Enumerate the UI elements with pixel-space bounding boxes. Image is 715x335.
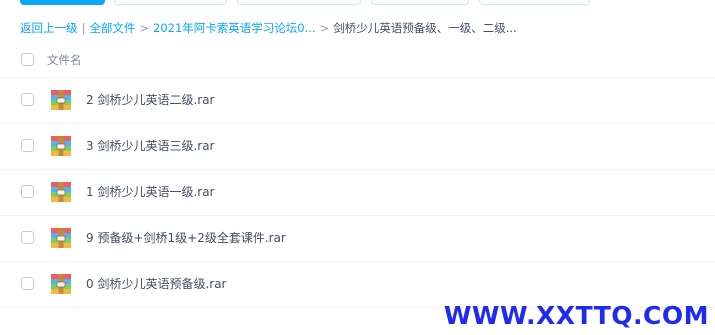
breadcrumb-separator: > xyxy=(319,21,330,35)
rar-archive-icon xyxy=(51,90,71,110)
rar-archive-icon xyxy=(51,136,71,156)
file-list: 2 剑桥少儿英语二级.rar 3 剑桥少儿英语三级.rar 1 剑桥少儿英语一级.r… xyxy=(0,78,715,308)
row-checkbox[interactable] xyxy=(21,231,34,244)
toolbar-button-1[interactable] xyxy=(114,0,227,5)
file-row[interactable]: 3 剑桥少儿英语三级.rar xyxy=(0,124,715,170)
breadcrumb-all-files-link[interactable]: 全部文件 xyxy=(89,21,135,35)
breadcrumb: 返回上一级 | 全部文件 >2021年阿卡索英语学习论坛0... > 剑桥少儿英语预备级、… xyxy=(20,19,517,37)
toolbar-button-4[interactable] xyxy=(479,0,590,5)
rar-archive-icon xyxy=(51,274,71,294)
toolbar-button-2[interactable] xyxy=(237,0,361,5)
file-row[interactable]: 1 剑桥少儿英语一级.rar xyxy=(0,170,715,216)
column-header-filename[interactable]: 文件名 xyxy=(47,51,82,69)
file-name[interactable]: 0 剑桥少儿英语预备级.rar xyxy=(86,275,227,293)
row-checkbox[interactable] xyxy=(21,277,34,290)
breadcrumb-divider: | xyxy=(81,21,86,35)
rar-archive-icon xyxy=(51,228,71,248)
watermark: WWW.XXTTQ.COM xyxy=(443,301,709,330)
breadcrumb-current-folder: 剑桥少儿英语预备级、一级、二级... xyxy=(333,21,517,35)
breadcrumb-folder-link[interactable]: 2021年阿卡索英语学习论坛0... xyxy=(153,21,316,35)
file-name[interactable]: 2 剑桥少儿英语二级.rar xyxy=(86,91,215,109)
file-row[interactable]: 2 剑桥少儿英语二级.rar xyxy=(0,78,715,124)
row-checkbox[interactable] xyxy=(21,139,34,152)
toolbar-button-3[interactable] xyxy=(371,0,469,5)
breadcrumb-separator: > xyxy=(139,21,150,35)
file-name[interactable]: 9 预备级+剑桥1级+2级全套课件.rar xyxy=(86,229,286,247)
file-list-header: 文件名 xyxy=(0,44,715,78)
row-checkbox[interactable] xyxy=(21,93,34,106)
file-row[interactable]: 9 预备级+剑桥1级+2级全套课件.rar xyxy=(0,216,715,262)
file-name[interactable]: 3 剑桥少儿英语三级.rar xyxy=(86,137,215,155)
file-name[interactable]: 1 剑桥少儿英语一级.rar xyxy=(86,183,215,201)
select-all-checkbox[interactable] xyxy=(21,53,34,66)
row-checkbox[interactable] xyxy=(21,185,34,198)
breadcrumb-back-link[interactable]: 返回上一级 xyxy=(20,21,78,35)
rar-archive-icon xyxy=(51,182,71,202)
toolbar xyxy=(0,0,715,7)
upload-button[interactable] xyxy=(20,0,105,5)
